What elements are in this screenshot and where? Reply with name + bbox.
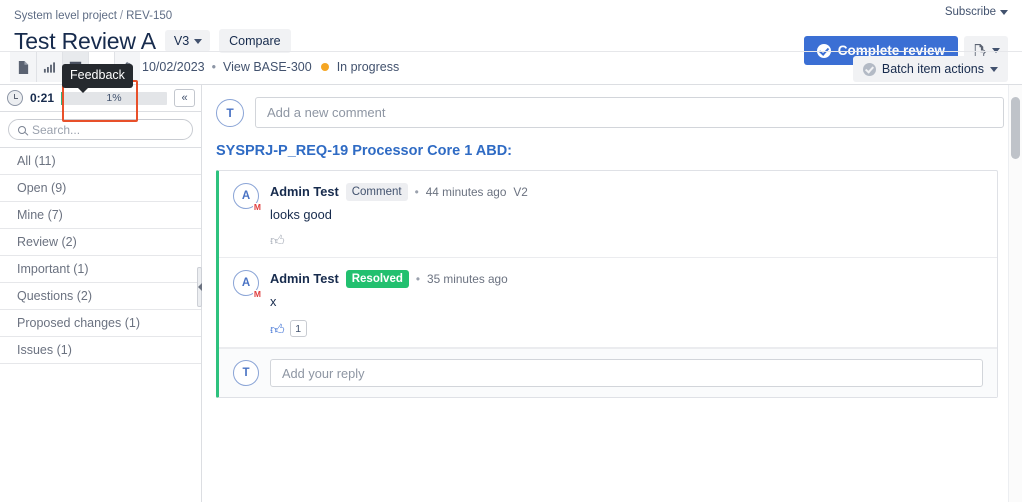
sidebar-item-questions[interactable]: Questions (2) bbox=[0, 283, 201, 310]
chart-bars-icon bbox=[43, 61, 55, 73]
check-circle-icon bbox=[862, 62, 876, 76]
progress-fill bbox=[61, 91, 65, 105]
breadcrumb-project[interactable]: System level project bbox=[14, 10, 117, 22]
comment-separator: • bbox=[415, 272, 421, 286]
chevron-down-icon bbox=[194, 38, 203, 44]
search-input[interactable] bbox=[32, 122, 187, 137]
comment-text: x bbox=[270, 294, 277, 309]
chevron-down-icon bbox=[990, 66, 998, 72]
version-selector[interactable]: V3 bbox=[164, 30, 211, 52]
meta-separator: • bbox=[211, 60, 216, 74]
avatar: A M bbox=[233, 270, 262, 299]
avatar-initial: A bbox=[241, 277, 251, 289]
comment-header: Admin Test Resolved • 35 minutes ago bbox=[270, 270, 983, 288]
status-badge: In progress bbox=[336, 60, 400, 74]
status-dot-icon bbox=[320, 63, 329, 71]
sidebar-item-open[interactable]: Open (9) bbox=[0, 175, 201, 202]
moderator-badge: M bbox=[252, 202, 262, 212]
baseline-link[interactable]: View BASE-300 bbox=[223, 59, 312, 75]
comment-thread: A M Admin Test Comment • 44 minutes ago … bbox=[216, 170, 998, 398]
sidebar-item-important[interactable]: Important (1) bbox=[0, 256, 201, 283]
filter-list: All (11) Open (9) Mine (7) Review (2) Im… bbox=[0, 148, 201, 502]
comment-item: A M Admin Test Resolved • 35 minutes ago… bbox=[219, 258, 997, 348]
batch-item-actions-label: Batch item actions bbox=[881, 62, 984, 76]
reply-row: T bbox=[219, 348, 997, 397]
avatar: T bbox=[233, 360, 259, 386]
comment-text: looks good bbox=[270, 207, 332, 222]
sidebar-item-mine[interactable]: Mine (7) bbox=[0, 202, 201, 229]
scrollbar-thumb[interactable] bbox=[1011, 97, 1020, 159]
document-icon-button[interactable] bbox=[10, 52, 36, 82]
thumbs-up-filled-icon[interactable]: 👍︎ bbox=[270, 322, 285, 336]
breadcrumb-separator: / bbox=[119, 10, 124, 22]
breadcrumb-item[interactable]: REV-150 bbox=[126, 10, 172, 22]
thread-title[interactable]: SYSPRJ-P_REQ-19 Processor Core 1 ABD: bbox=[216, 142, 1004, 160]
document-icon bbox=[18, 60, 28, 74]
reply-input[interactable] bbox=[270, 359, 983, 387]
header-divider bbox=[0, 51, 1022, 52]
clock-icon bbox=[7, 90, 23, 106]
progress-bar: 1% bbox=[61, 91, 167, 105]
chart-bars-icon-button[interactable] bbox=[36, 52, 62, 82]
reaction-count[interactable]: 1 bbox=[289, 320, 307, 337]
comment-item: A M Admin Test Comment • 44 minutes ago … bbox=[219, 171, 997, 258]
avatar-initial: T bbox=[226, 105, 234, 120]
comment-reactions: 👍︎ bbox=[270, 233, 983, 247]
comment-version: V2 bbox=[513, 185, 528, 199]
sidebar-item-issues[interactable]: Issues (1) bbox=[0, 337, 201, 364]
comment-timestamp: 44 minutes ago bbox=[425, 185, 507, 199]
sidebar-item-review[interactable]: Review (2) bbox=[0, 229, 201, 256]
sidebar-item-proposed-changes[interactable]: Proposed changes (1) bbox=[0, 310, 201, 337]
sidebar: 0:21 1% « All (11) Open (9) Mine (7) Rev… bbox=[0, 85, 202, 502]
comment-status-badge: Resolved bbox=[345, 270, 409, 288]
subscribe-label: Subscribe bbox=[944, 6, 996, 18]
comment-body: Admin Test Resolved • 35 minutes ago x 👍… bbox=[270, 270, 983, 337]
feedback-panel: T SYSPRJ-P_REQ-19 Processor Core 1 ABD: … bbox=[202, 85, 1022, 398]
new-comment-row: T bbox=[216, 97, 1004, 128]
main-content: T SYSPRJ-P_REQ-19 Processor Core 1 ABD: … bbox=[202, 85, 1022, 502]
compare-button[interactable]: Compare bbox=[219, 29, 291, 53]
moderator-badge: M bbox=[252, 289, 262, 299]
avatar: T bbox=[216, 98, 244, 127]
page-header: System level project / REV-150 Test Review… bbox=[0, 0, 1022, 122]
sidebar-item-all[interactable]: All (11) bbox=[0, 148, 201, 175]
search-area bbox=[0, 112, 201, 148]
comment-header: Admin Test Comment • 44 minutes ago V2 bbox=[270, 183, 983, 201]
version-label: V3 bbox=[173, 34, 190, 48]
breadcrumb: System level project / REV-150 bbox=[14, 8, 1008, 24]
batch-item-actions-button[interactable]: Batch item actions bbox=[852, 56, 1008, 82]
timer-value: 0:21 bbox=[30, 91, 55, 105]
vertical-scrollbar[interactable] bbox=[1008, 85, 1022, 502]
feedback-tooltip: Feedback bbox=[62, 64, 133, 93]
comment-type-badge: Comment bbox=[345, 183, 408, 201]
new-comment-input[interactable] bbox=[255, 97, 1004, 128]
collapse-sidebar-button[interactable]: « bbox=[174, 89, 195, 107]
approval-deadline-date: 10/02/2023 bbox=[142, 60, 205, 74]
search-box[interactable] bbox=[8, 119, 193, 140]
comment-timestamp: 35 minutes ago bbox=[427, 272, 508, 286]
comment-body: Admin Test Comment • 44 minutes ago V2 l… bbox=[270, 183, 983, 247]
avatar-initial: A bbox=[241, 190, 251, 202]
chevron-down-icon bbox=[1000, 9, 1008, 15]
comment-separator: • bbox=[414, 185, 419, 199]
avatar-initial: T bbox=[242, 367, 250, 379]
comment-author: Admin Test bbox=[270, 184, 339, 199]
avatar: A M bbox=[233, 183, 262, 212]
progress-percent: 1% bbox=[106, 92, 122, 104]
subscribe-button[interactable]: Subscribe bbox=[945, 6, 1008, 18]
comment-author: Admin Test bbox=[270, 271, 339, 286]
comment-reactions: 👍︎ 1 bbox=[270, 320, 983, 337]
body: 0:21 1% « All (11) Open (9) Mine (7) Rev… bbox=[0, 84, 1022, 502]
search-icon bbox=[16, 123, 28, 136]
progress-row: 0:21 1% « bbox=[0, 85, 201, 112]
thumbs-up-outline-icon[interactable]: 👍︎ bbox=[270, 233, 285, 247]
